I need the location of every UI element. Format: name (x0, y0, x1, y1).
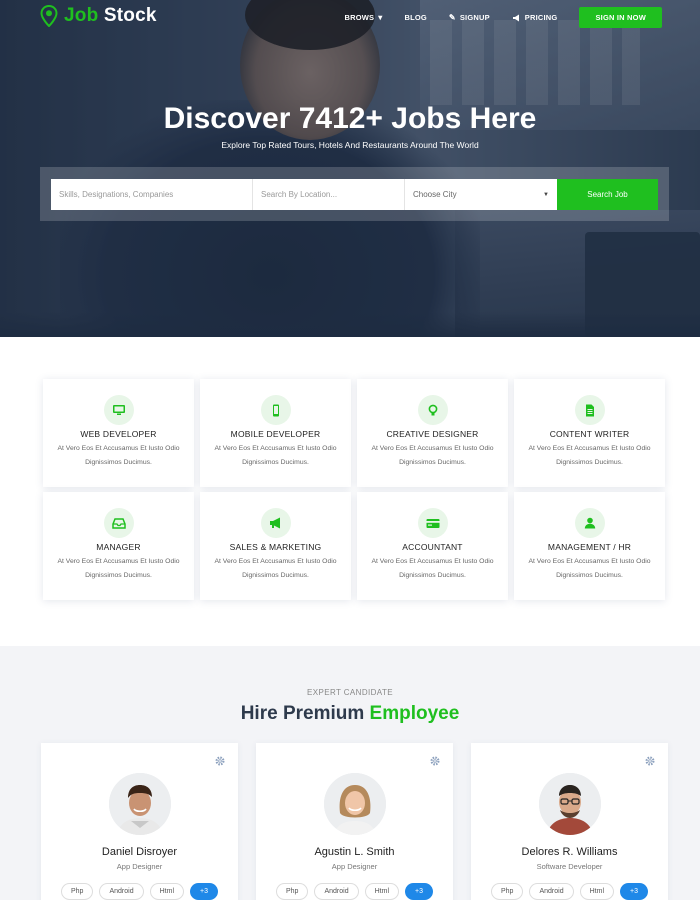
category-card-mobile-developer[interactable]: MOBILE DEVELOPER At Vero Eos Et Accusamu… (200, 379, 351, 487)
nav-item-signup[interactable]: ✎ SIGNUP (449, 13, 490, 22)
city-select-value: Choose City (413, 190, 457, 199)
category-description: At Vero Eos Et Accusamus Et Iusto Odio Di… (528, 558, 651, 579)
monitor-icon (103, 395, 134, 425)
category-title: MANAGEMENT / HR (547, 542, 632, 552)
city-select[interactable]: Choose City ▼ (405, 179, 557, 210)
candidate-name: Agustin L. Smith (314, 846, 395, 858)
skill-tag[interactable]: Html (579, 883, 614, 900)
hero-title: Discover 7412+ Jobs Here (163, 102, 537, 135)
skill-tag[interactable]: Php (276, 883, 309, 900)
megaphone-icon (512, 14, 519, 21)
keyword-search-input[interactable]: Skills, Designations, Companies (51, 179, 253, 210)
skill-tag[interactable]: Android (314, 883, 359, 900)
skill-tag[interactable]: Android (99, 883, 144, 900)
gear-icon[interactable] (430, 756, 440, 766)
more-skills-badge[interactable]: +3 (405, 883, 433, 900)
candidate-role: Software Developer (536, 862, 603, 871)
hero-banner: Job Stock BROWS ▾ BLOG ✎ SIGNUP PRICING … (0, 0, 700, 337)
category-section: WEB DEVELOPER At Vero Eos Et Accusamus E… (0, 337, 700, 646)
category-description: At Vero Eos Et Accusamus Et Iusto Odio Di… (214, 558, 337, 579)
mobile-icon (260, 395, 291, 425)
category-title: CONTENT WRITER (549, 429, 630, 439)
nav-item-pricing[interactable]: PRICING (512, 13, 558, 22)
candidate-name: Delores R. Williams (521, 846, 618, 858)
more-skills-badge[interactable]: +3 (190, 883, 218, 900)
category-description: At Vero Eos Et Accusamus Et Iusto Odio Di… (528, 445, 651, 466)
category-title: MANAGER (96, 542, 141, 552)
skill-tag[interactable]: Html (364, 883, 399, 900)
pencil-icon: ✎ (448, 13, 456, 22)
document-icon (574, 395, 605, 425)
candidate-card[interactable]: Delores R. Williams Software Developer P… (471, 743, 668, 900)
candidate-name: Daniel Disroyer (101, 846, 178, 858)
lightbulb-icon (417, 395, 448, 425)
category-card-manager[interactable]: MANAGER At Vero Eos Et Accusamus Et Iust… (43, 492, 194, 600)
candidates-section: EXPERT CANDIDATE Hire Premium Employee D… (0, 646, 700, 900)
avatar (323, 773, 386, 835)
more-skills-badge[interactable]: +3 (620, 883, 648, 900)
skill-tag[interactable]: Android (529, 883, 574, 900)
category-description: At Vero Eos Et Accusamus Et Iusto Odio Di… (371, 558, 494, 579)
caret-down-icon: ▾ (378, 13, 383, 22)
category-description: At Vero Eos Et Accusamus Et Iusto Odio Di… (57, 445, 180, 466)
map-pin-icon (40, 5, 58, 27)
category-card-web-developer[interactable]: WEB DEVELOPER At Vero Eos Et Accusamus E… (43, 379, 194, 487)
section-eyebrow: EXPERT CANDIDATE (307, 688, 393, 697)
category-card-creative-designer[interactable]: CREATIVE DESIGNER At Vero Eos Et Accusam… (357, 379, 508, 487)
skill-tag[interactable]: Php (61, 883, 94, 900)
chevron-down-icon: ▼ (543, 191, 549, 198)
skill-tags: Php Android Html +3 (471, 883, 668, 900)
category-grid: WEB DEVELOPER At Vero Eos Et Accusamus E… (43, 379, 666, 600)
user-icon (574, 508, 605, 538)
category-description: At Vero Eos Et Accusamus Et Iusto Odio Di… (371, 445, 494, 466)
category-title: ACCOUNTANT (402, 542, 463, 552)
top-nav: BROWS ▾ BLOG ✎ SIGNUP PRICING SIGN IN NO… (344, 7, 662, 28)
job-search-form: Skills, Designations, Companies Search B… (40, 167, 669, 221)
category-description: At Vero Eos Et Accusamus Et Iusto Odio Di… (57, 558, 180, 579)
megaphone-icon (260, 508, 291, 538)
sign-in-button[interactable]: SIGN IN NOW (579, 7, 662, 28)
avatar (108, 773, 171, 835)
category-card-management-hr[interactable]: MANAGEMENT / HR At Vero Eos Et Accusamus… (514, 492, 665, 600)
avatar (538, 773, 601, 835)
category-card-content-writer[interactable]: CONTENT WRITER At Vero Eos Et Accusamus … (514, 379, 665, 487)
location-search-input[interactable]: Search By Location... (253, 179, 405, 210)
category-title: MOBILE DEVELOPER (230, 429, 321, 439)
category-description: At Vero Eos Et Accusamus Et Iusto Odio Di… (214, 445, 337, 466)
skill-tags: Php Android Html +3 (256, 883, 453, 900)
search-job-button[interactable]: Search Job (557, 179, 658, 210)
credit-card-icon (417, 508, 448, 538)
candidate-card[interactable]: Agustin L. Smith App Designer Php Androi… (256, 743, 453, 900)
gear-icon[interactable] (645, 756, 655, 766)
category-title: SALES & MARKETING (229, 542, 322, 552)
skill-tags: Php Android Html +3 (41, 883, 238, 900)
candidate-role: App Designer (116, 862, 163, 871)
gear-icon[interactable] (215, 756, 225, 766)
hero-subtitle: Explore Top Rated Tours, Hotels And Rest… (221, 140, 479, 150)
category-title: CREATIVE DESIGNER (386, 429, 479, 439)
category-card-sales-marketing[interactable]: SALES & MARKETING At Vero Eos Et Accusam… (200, 492, 351, 600)
nav-item-blog[interactable]: BLOG (404, 13, 426, 22)
inbox-icon (103, 508, 134, 538)
category-card-accountant[interactable]: ACCOUNTANT At Vero Eos Et Accusamus Et I… (357, 492, 508, 600)
nav-item-brows[interactable]: BROWS ▾ (344, 13, 382, 22)
brand-logo[interactable]: Job Stock (40, 3, 157, 29)
candidate-role: App Designer (331, 862, 378, 871)
brand-name: Job Stock (64, 5, 157, 26)
section-title: Hire Premium Employee (240, 703, 460, 724)
skill-tag[interactable]: Html (149, 883, 184, 900)
skill-tag[interactable]: Php (491, 883, 524, 900)
category-title: WEB DEVELOPER (80, 429, 157, 439)
candidate-card[interactable]: Daniel Disroyer App Designer Php Android… (41, 743, 238, 900)
